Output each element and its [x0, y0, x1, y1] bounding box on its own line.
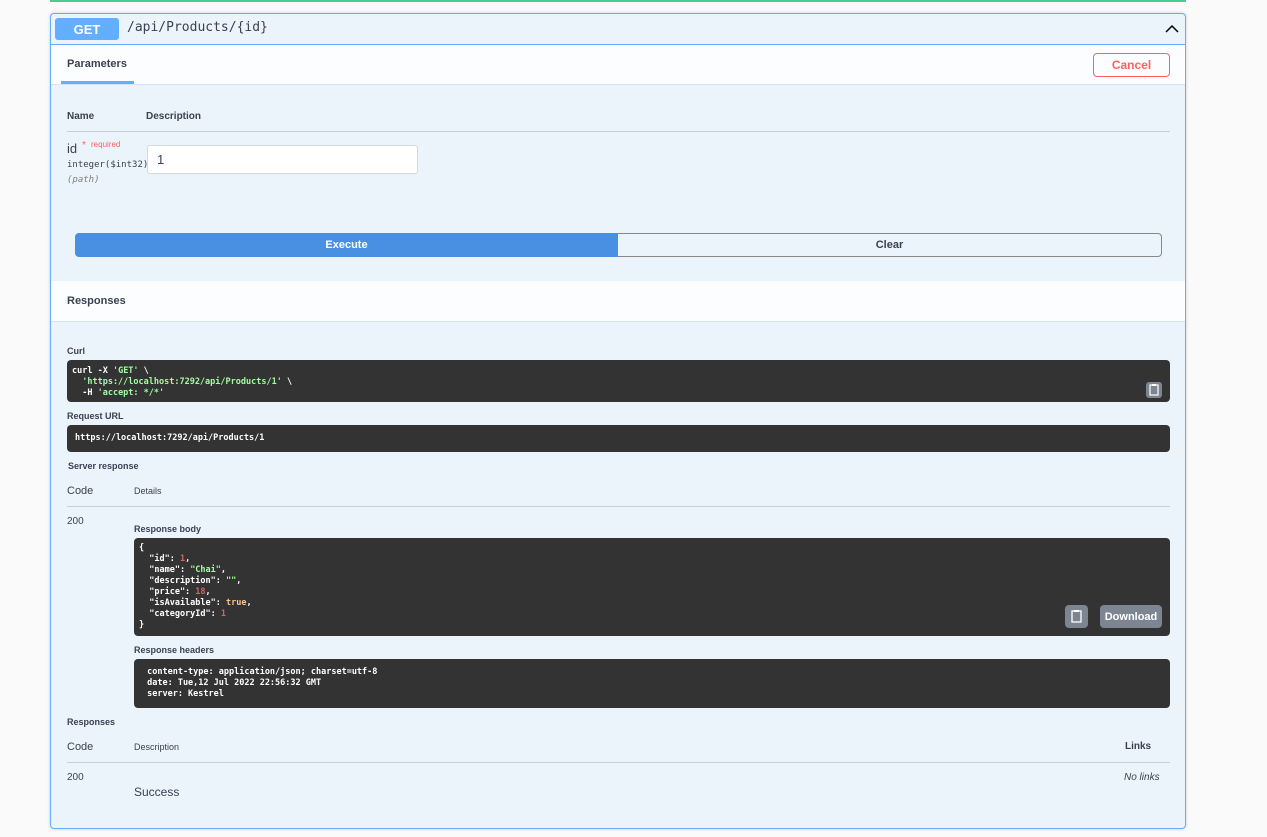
json-key: "name":	[139, 565, 191, 575]
endpoint-path: /api/Products/{id}	[127, 20, 268, 35]
http-method-badge: GET	[55, 18, 119, 40]
json-key: "categoryId":	[139, 609, 221, 619]
required-label: required	[91, 140, 121, 149]
curl-label: Curl	[67, 346, 85, 356]
json-value: 1	[179, 554, 186, 564]
response-body-code[interactable]: { "id": 1, "name": "Chai", "description"…	[134, 538, 1170, 636]
column-header-description: Description	[146, 111, 202, 122]
header-line: content-type: application/json; charset=…	[142, 667, 378, 677]
divider	[67, 506, 1170, 507]
responses-label: Responses	[67, 717, 116, 727]
response-code: 200	[67, 772, 84, 783]
response-links: No links	[1124, 772, 1160, 783]
id-input[interactable]	[147, 145, 418, 174]
curl-line3-pre: -H	[72, 388, 98, 398]
required-star: *	[82, 140, 86, 151]
json-value: "Chai"	[190, 565, 221, 575]
header-line: date: Tue,12 Jul 2022 22:56:32 GMT	[142, 678, 322, 688]
column-header-details: Details	[134, 486, 162, 496]
clear-button[interactable]: Clear	[618, 233, 1162, 257]
responses-header: Responses	[51, 281, 1185, 322]
divider	[67, 131, 1170, 132]
copy-icon[interactable]	[1065, 605, 1088, 628]
column-header-name: Name	[67, 111, 95, 122]
param-name: id	[67, 141, 78, 156]
json-key: "isAvailable":	[139, 598, 226, 608]
tab-parameters[interactable]: Parameters	[67, 58, 127, 70]
tab-active-indicator	[61, 81, 134, 84]
response-headers-label: Response headers	[134, 645, 215, 655]
curl-line1-pre: curl -X	[72, 366, 113, 376]
server-response-label: Server response	[68, 461, 139, 471]
cancel-button[interactable]: Cancel	[1093, 53, 1170, 77]
curl-line1-post: \	[138, 366, 149, 376]
curl-line2-str: 'https://localhost:7292/api/Products/1'	[72, 377, 282, 387]
execute-clear-group: Execute Clear	[75, 233, 1162, 257]
column-header-links: Links	[1125, 741, 1152, 752]
column-header-description: Description	[134, 742, 180, 752]
column-header-code: Code	[67, 741, 94, 753]
response-headers-code: content-type: application/json; charset=…	[134, 659, 1170, 708]
execute-button[interactable]: Execute	[75, 233, 618, 257]
copy-icon[interactable]	[1146, 382, 1162, 398]
param-location: (path)	[67, 175, 100, 185]
request-url-label: Request URL	[67, 411, 124, 421]
responses-title: Responses	[67, 295, 126, 307]
divider	[67, 762, 1170, 763]
response-description: Success	[134, 785, 180, 799]
json-key: "description":	[139, 576, 226, 586]
previous-opblock-border	[50, 0, 1186, 2]
param-type: integer($int32)	[67, 160, 149, 170]
json-value: ""	[226, 576, 237, 586]
response-body-label: Response body	[134, 524, 202, 534]
json-brace: }	[139, 620, 145, 630]
json-value: 18	[195, 587, 206, 597]
request-url-value: https://localhost:7292/api/Products/1	[67, 425, 1170, 452]
get-operation-block: GET /api/Products/{id} Parameters Cancel…	[50, 13, 1186, 829]
curl-line2-post: \	[281, 377, 293, 387]
json-value: true	[226, 598, 247, 608]
curl-line1-str: 'GET'	[112, 366, 139, 376]
json-key: "id":	[139, 554, 180, 564]
parameters-header: Parameters Cancel	[51, 45, 1185, 85]
curl-code-block[interactable]: curl -X 'GET' \ 'https://localhost:7292/…	[67, 360, 1170, 402]
curl-line3-str: 'accept: */*'	[97, 388, 165, 398]
column-header-code: Code	[67, 485, 94, 497]
download-button[interactable]: Download	[1100, 605, 1162, 628]
operation-summary[interactable]: GET /api/Products/{id}	[51, 14, 1185, 45]
response-code: 200	[67, 516, 84, 527]
chevron-up-icon[interactable]	[1165, 22, 1179, 36]
header-line: server: Kestrel	[142, 689, 224, 699]
json-value: 1	[220, 609, 227, 619]
json-key: "price":	[139, 587, 196, 597]
json-brace: {	[139, 543, 145, 553]
